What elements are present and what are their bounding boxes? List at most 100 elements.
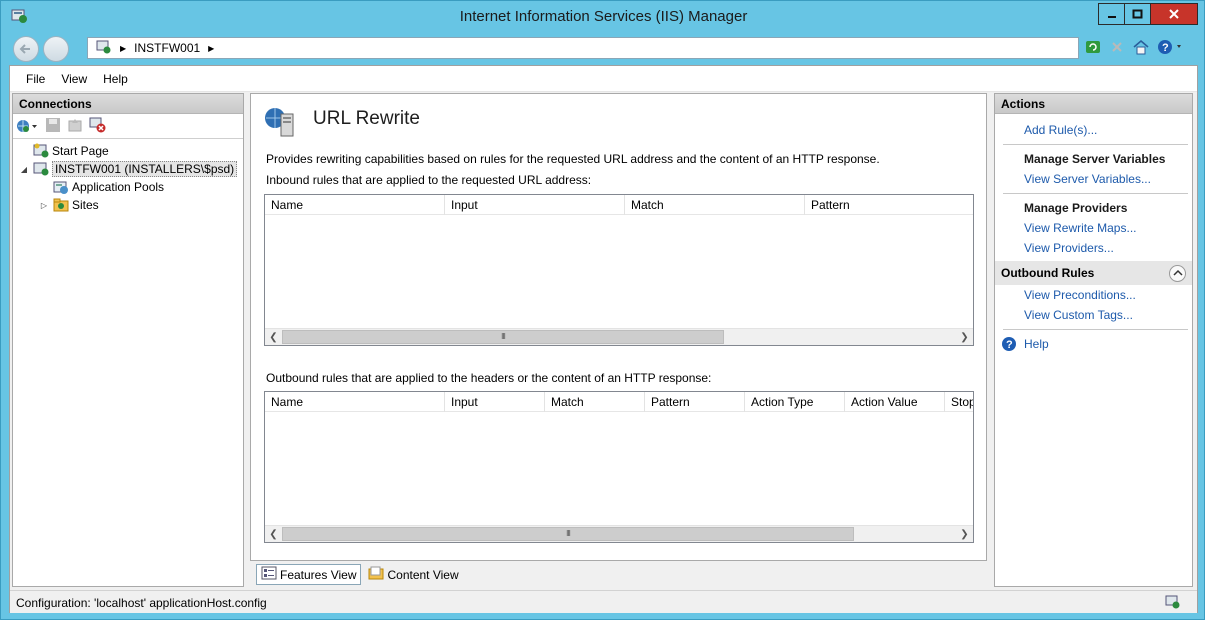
scroll-right-icon[interactable]: ❯ [956,329,973,345]
tree-item-label: Sites [72,198,99,212]
help-link[interactable]: Help [995,334,1192,354]
menu-help[interactable]: Help [95,68,136,90]
feature-description: Provides rewriting capabilities based on… [266,152,880,166]
collapse-chevron-icon[interactable] [1169,264,1186,282]
view-providers-link[interactable]: View Providers... [995,238,1192,258]
breadcrumb-separator-icon: ▶ [120,43,127,53]
maximize-button[interactable] [1125,4,1151,24]
breadcrumb-server[interactable]: INSTFW001 [134,41,200,55]
tree-item-server[interactable]: ◢ INSTFW001 (INSTALLERS\$psd) [13,160,243,178]
maximize-icon [1132,9,1143,19]
column-header-name[interactable]: Name [265,195,445,215]
navigation-bar: ▶ INSTFW001 ▶ ? [9,34,1198,64]
column-header-action-type[interactable]: Action Type [745,392,845,412]
column-header-input[interactable]: Input [445,195,625,215]
sites-icon [53,197,69,213]
close-icon [1169,9,1179,19]
column-header-pattern[interactable]: Pattern [805,195,973,215]
minimize-icon [1107,16,1116,18]
refresh-icon[interactable] [1084,38,1102,56]
scrollbar-thumb[interactable]: III [282,527,854,541]
tree-item-sites[interactable]: ▷ Sites [13,196,243,214]
tree-item-label: Start Page [52,144,109,158]
divider [1003,144,1188,145]
connections-panel: Connections Start Page ◢ INSTFW001 (INST… [12,93,244,587]
actions-header: Actions [995,94,1192,114]
column-header-input[interactable]: Input [445,392,545,412]
scroll-left-icon[interactable]: ❮ [265,526,282,542]
inbound-rules-grid[interactable]: Name Input Match Pattern ❮ III ❯ [264,194,974,346]
features-view-icon [261,565,277,584]
column-header-match[interactable]: Match [625,195,805,215]
disconnect-icon[interactable] [89,117,107,136]
outbound-rules-section-header[interactable]: Outbound Rules [995,261,1192,285]
help-dropdown-icon[interactable]: ? [1156,38,1186,56]
server-icon [96,40,112,57]
scroll-left-icon[interactable]: ❮ [265,329,282,345]
app-pools-icon [53,179,69,195]
divider [1003,329,1188,330]
nav-toolbar: ? [1084,38,1186,56]
view-preconditions-link[interactable]: View Preconditions... [995,285,1192,305]
tab-features-view[interactable]: Features View [256,564,362,585]
connections-toolbar [13,114,243,139]
forward-button[interactable] [43,36,69,62]
collapse-arrow-icon[interactable]: ◢ [19,165,29,174]
column-header-name[interactable]: Name [265,392,445,412]
horizontal-scrollbar[interactable]: ❮ III ❯ [265,525,973,542]
view-server-variables-link[interactable]: View Server Variables... [995,169,1192,189]
server-variables-heading: Manage Server Variables [1024,152,1166,166]
tab-content-view[interactable]: Content View [363,564,463,585]
expand-arrow-icon[interactable]: ▷ [39,201,49,210]
minimize-button[interactable] [1099,4,1125,24]
providers-heading: Manage Providers [1024,201,1128,215]
column-header-match[interactable]: Match [545,392,645,412]
view-rewrite-maps-link[interactable]: View Rewrite Maps... [995,218,1192,238]
tree-item-app-pools[interactable]: Application Pools [13,178,243,196]
menu-view[interactable]: View [53,68,95,90]
title-bar: Internet Information Services (IIS) Mana… [1,1,1205,33]
help-icon: ? [1001,336,1017,355]
tab-label: Content View [387,567,459,582]
outbound-rules-label: Outbound rules that are applied to the h… [266,371,712,385]
view-custom-tags-link[interactable]: View Custom Tags... [995,305,1192,325]
app-window: Internet Information Services (IIS) Mana… [0,0,1205,620]
column-header-action-value[interactable]: Action Value [845,392,945,412]
menu-file[interactable]: File [18,68,53,90]
page-title: URL Rewrite [313,108,420,129]
save-icon[interactable] [45,117,61,136]
back-button[interactable] [13,36,39,62]
svg-text:?: ? [1006,339,1013,351]
tree-item-label: INSTFW001 (INSTALLERS\$psd) [52,161,238,177]
address-bar[interactable]: ▶ INSTFW001 ▶ [87,37,1079,59]
status-text: Configuration: 'localhost' applicationHo… [16,596,267,610]
scroll-right-icon[interactable]: ❯ [956,526,973,542]
section-title: Outbound Rules [1001,266,1095,280]
up-level-icon[interactable] [67,117,83,136]
status-bar: Configuration: 'localhost' applicationHo… [10,590,1197,613]
window-title: Internet Information Services (IIS) Mana… [459,8,748,25]
close-button[interactable] [1151,4,1197,24]
stop-icon[interactable] [1108,38,1126,56]
connections-tree: Start Page ◢ INSTFW001 (INSTALLERS\$psd)… [13,139,243,214]
add-rules-link[interactable]: Add Rule(s)... [995,120,1192,140]
view-tabs: Features View Content View [256,564,464,585]
window-controls [1098,3,1198,25]
connections-header: Connections [13,94,243,114]
url-rewrite-icon [263,104,299,143]
home-icon[interactable] [1132,38,1150,56]
column-header-stop[interactable]: Stop [945,392,973,412]
grid-header: Name Input Match Pattern Action Type Act… [265,392,973,412]
svg-text:?: ? [1162,42,1169,54]
divider [1003,193,1188,194]
inbound-rules-label: Inbound rules that are applied to the re… [266,173,592,187]
start-page-icon [33,143,49,159]
horizontal-scrollbar[interactable]: ❮ III ❯ [265,328,973,345]
scrollbar-thumb[interactable]: III [282,330,724,344]
outbound-rules-grid[interactable]: Name Input Match Pattern Action Type Act… [264,391,974,543]
column-header-pattern[interactable]: Pattern [645,392,745,412]
breadcrumb-separator-icon[interactable]: ▶ [208,44,214,53]
tree-item-start-page[interactable]: Start Page [13,142,243,160]
connect-globe-icon[interactable] [15,118,39,134]
help-row[interactable]: ? Help [995,334,1192,354]
